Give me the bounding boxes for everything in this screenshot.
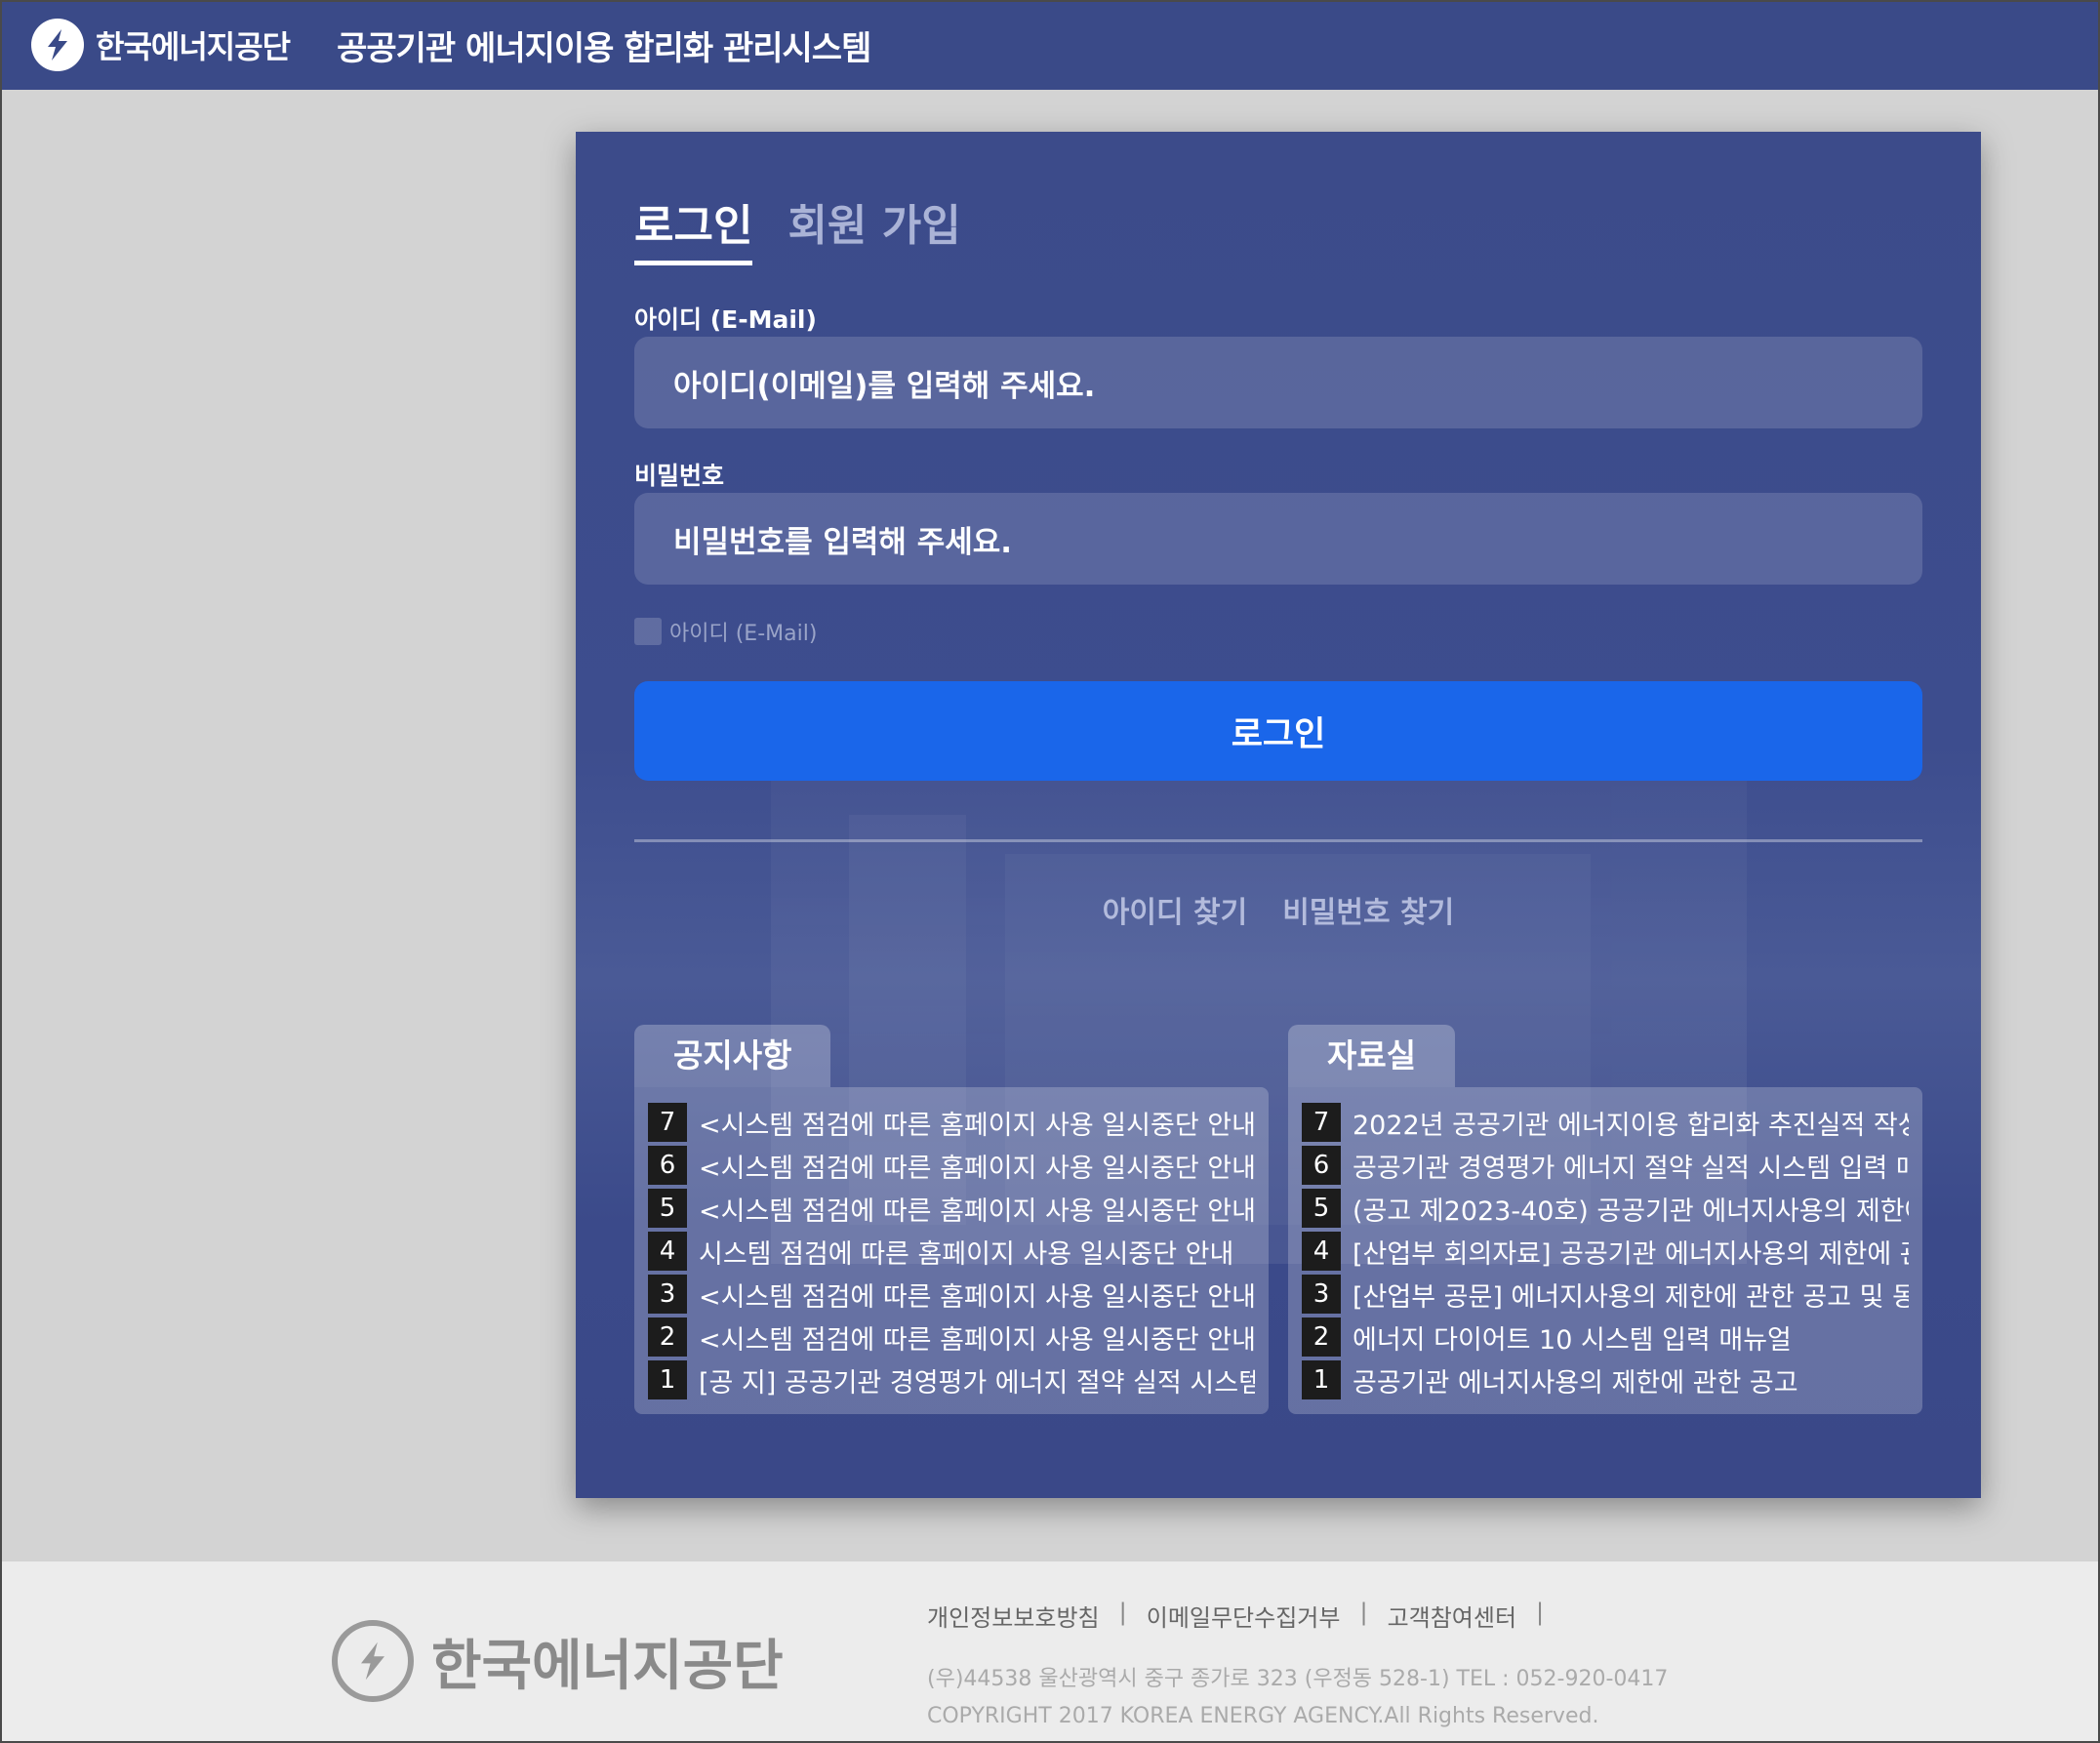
- footer-logo: 한국에너지공단: [332, 1620, 784, 1702]
- find-password-link[interactable]: 비밀번호 찾기: [1282, 888, 1454, 931]
- item-number: 4: [648, 1232, 687, 1271]
- list-item[interactable]: 4 시스템 점검에 따른 홈페이지 사용 일시중단 안내: [648, 1230, 1255, 1273]
- list-item[interactable]: 1 공공기관 에너지사용의 제한에 관한 공고: [1302, 1358, 1909, 1401]
- password-label: 비밀번호: [634, 462, 725, 490]
- login-button[interactable]: 로그인: [634, 681, 1922, 781]
- item-number: 3: [648, 1275, 687, 1314]
- tab-signup[interactable]: 회원 가입: [788, 190, 960, 265]
- remember-label: 아이디 (E-Mail): [669, 622, 818, 646]
- item-number: 7: [1302, 1103, 1341, 1142]
- separator: |: [1118, 1599, 1127, 1626]
- footer-copyright: COPYRIGHT 2017 KOREA ENERGY AGENCY.All R…: [927, 1704, 1599, 1728]
- notice-list: 7 <시스템 점검에 따른 홈페이지 사용 일시중단 안내> 6 <시스템 점검에 …: [634, 1087, 1269, 1414]
- item-title[interactable]: (공고 제2023-40호) 공공기관 에너지사용의 제한에: [1353, 1190, 1909, 1228]
- notice-board-title[interactable]: 공지사항: [634, 1025, 831, 1087]
- item-title[interactable]: <시스템 점검에 따른 홈페이지 사용 일시중단 안내>: [699, 1147, 1255, 1185]
- footer-logo-text: 한국에너지공단: [431, 1634, 784, 1698]
- item-number: 4: [1302, 1232, 1341, 1271]
- remember-checkbox[interactable]: [634, 618, 662, 645]
- item-title[interactable]: [공 지] 공공기관 경영평가 에너지 절약 실적 시스템 ': [699, 1361, 1255, 1399]
- auth-tabs: 로그인 회원 가입: [634, 190, 961, 265]
- item-title[interactable]: 에너지 다이어트 10 시스템 입력 매뉴얼: [1353, 1318, 1792, 1357]
- list-item[interactable]: 7 <시스템 점검에 따른 홈페이지 사용 일시중단 안내>: [648, 1101, 1255, 1144]
- item-title[interactable]: 시스템 점검에 따른 홈페이지 사용 일시중단 안내: [699, 1233, 1233, 1271]
- privacy-policy-link[interactable]: 개인정보보호방침: [927, 1599, 1100, 1633]
- id-input[interactable]: 아이디(이메일)를 입력해 주세요.: [634, 337, 1922, 428]
- item-number: 6: [1302, 1146, 1341, 1185]
- item-title[interactable]: <시스템 점검에 따른 홈페이지 사용 일시중단 안내>: [699, 1190, 1255, 1228]
- id-label: 아이디 (E-Mail): [634, 305, 817, 334]
- archive-board: 자료실 7 2022년 공공기관 에너지이용 합리화 추진실적 작성 6 공공기관 …: [1288, 1025, 1922, 1414]
- item-number: 3: [1302, 1275, 1341, 1314]
- list-item[interactable]: 2 <시스템 점검에 따른 홈페이지 사용 일시중단 안내>: [648, 1316, 1255, 1358]
- system-title: 공공기관 에너지이용 합리화 관리시스템: [337, 28, 871, 68]
- item-number: 5: [1302, 1189, 1341, 1228]
- list-item[interactable]: 3 [산업부 공문] 에너지사용의 제한에 관한 공고 및 동: [1302, 1273, 1909, 1316]
- divider: [634, 839, 1922, 842]
- item-number: 1: [648, 1360, 687, 1399]
- top-header: 한국에너지공단 공공기관 에너지이용 합리화 관리시스템: [0, 0, 2100, 90]
- item-number: 6: [648, 1146, 687, 1185]
- item-title[interactable]: <시스템 점검에 따른 홈페이지 사용 일시중단 안내>: [699, 1318, 1255, 1357]
- archive-board-title[interactable]: 자료실: [1288, 1025, 1456, 1087]
- footer: 한국에너지공단 개인정보보호방침 | 이메일무단수집거부 | 고객참여센터 | …: [0, 1561, 2100, 1743]
- remember-id[interactable]: 아이디 (E-Mail): [634, 616, 817, 647]
- list-item[interactable]: 6 <시스템 점검에 따른 홈페이지 사용 일시중단 안내>: [648, 1144, 1255, 1187]
- archive-list: 7 2022년 공공기관 에너지이용 합리화 추진실적 작성 6 공공기관 경영평가…: [1288, 1087, 1922, 1414]
- item-number: 1: [1302, 1360, 1341, 1399]
- find-id-link[interactable]: 아이디 찾기: [1103, 888, 1247, 931]
- footer-address: (우)44538 울산광역시 중구 종가로 323 (우정동 528-1) TE…: [927, 1667, 1669, 1691]
- item-title[interactable]: [산업부 공문] 에너지사용의 제한에 관한 공고 및 동: [1353, 1276, 1909, 1314]
- item-title[interactable]: 공공기관 에너지사용의 제한에 관한 공고: [1353, 1361, 1798, 1399]
- list-item[interactable]: 5 (공고 제2023-40호) 공공기관 에너지사용의 제한에: [1302, 1187, 1909, 1230]
- list-item[interactable]: 3 <시스템 점검에 따른 홈페이지 사용 일시중단 안내>: [648, 1273, 1255, 1316]
- list-item[interactable]: 7 2022년 공공기관 에너지이용 합리화 추진실적 작성: [1302, 1101, 1909, 1144]
- customer-center-link[interactable]: 고객참여센터: [1388, 1599, 1516, 1633]
- list-item[interactable]: 1 [공 지] 공공기관 경영평가 에너지 절약 실적 시스템 ': [648, 1358, 1255, 1401]
- header-logo-text: 한국에너지공단: [96, 28, 291, 65]
- list-item[interactable]: 6 공공기관 경영평가 에너지 절약 실적 시스템 입력 매: [1302, 1144, 1909, 1187]
- header-logo[interactable]: 한국에너지공단: [31, 19, 291, 71]
- list-item[interactable]: 2 에너지 다이어트 10 시스템 입력 매뉴얼: [1302, 1316, 1909, 1358]
- item-number: 2: [648, 1317, 687, 1357]
- notice-board: 공지사항 7 <시스템 점검에 따른 홈페이지 사용 일시중단 안내> 6 <시스템…: [634, 1025, 1269, 1414]
- separator: |: [1359, 1599, 1368, 1626]
- tab-login[interactable]: 로그인: [634, 190, 753, 265]
- password-input[interactable]: 비밀번호를 입력해 주세요.: [634, 493, 1922, 585]
- kea-logo-icon: [332, 1620, 414, 1702]
- list-item[interactable]: 4 [산업부 회의자료] 공공기관 에너지사용의 제한에 관: [1302, 1230, 1909, 1273]
- item-title[interactable]: [산업부 회의자료] 공공기관 에너지사용의 제한에 관: [1353, 1233, 1909, 1271]
- email-refusal-link[interactable]: 이메일무단수집거부: [1147, 1599, 1341, 1633]
- item-title[interactable]: 공공기관 경영평가 에너지 절약 실적 시스템 입력 매: [1353, 1147, 1909, 1185]
- item-number: 2: [1302, 1317, 1341, 1357]
- find-links: 아이디 찾기 비밀번호 찾기: [576, 888, 1981, 931]
- login-card: 로그인 회원 가입 아이디 (E-Mail) 아이디(이메일)를 입력해 주세요…: [576, 132, 1981, 1498]
- item-number: 7: [648, 1103, 687, 1142]
- kea-logo-icon: [31, 19, 84, 71]
- separator: |: [1536, 1599, 1545, 1626]
- item-number: 5: [648, 1189, 687, 1228]
- item-title[interactable]: 2022년 공공기관 에너지이용 합리화 추진실적 작성: [1353, 1104, 1909, 1142]
- list-item[interactable]: 5 <시스템 점검에 따른 홈페이지 사용 일시중단 안내>: [648, 1187, 1255, 1230]
- item-title[interactable]: <시스템 점검에 따른 홈페이지 사용 일시중단 안내>: [699, 1104, 1255, 1142]
- footer-links: 개인정보보호방침 | 이메일무단수집거부 | 고객참여센터 |: [927, 1599, 1544, 1633]
- item-title[interactable]: <시스템 점검에 따른 홈페이지 사용 일시중단 안내>: [699, 1276, 1255, 1314]
